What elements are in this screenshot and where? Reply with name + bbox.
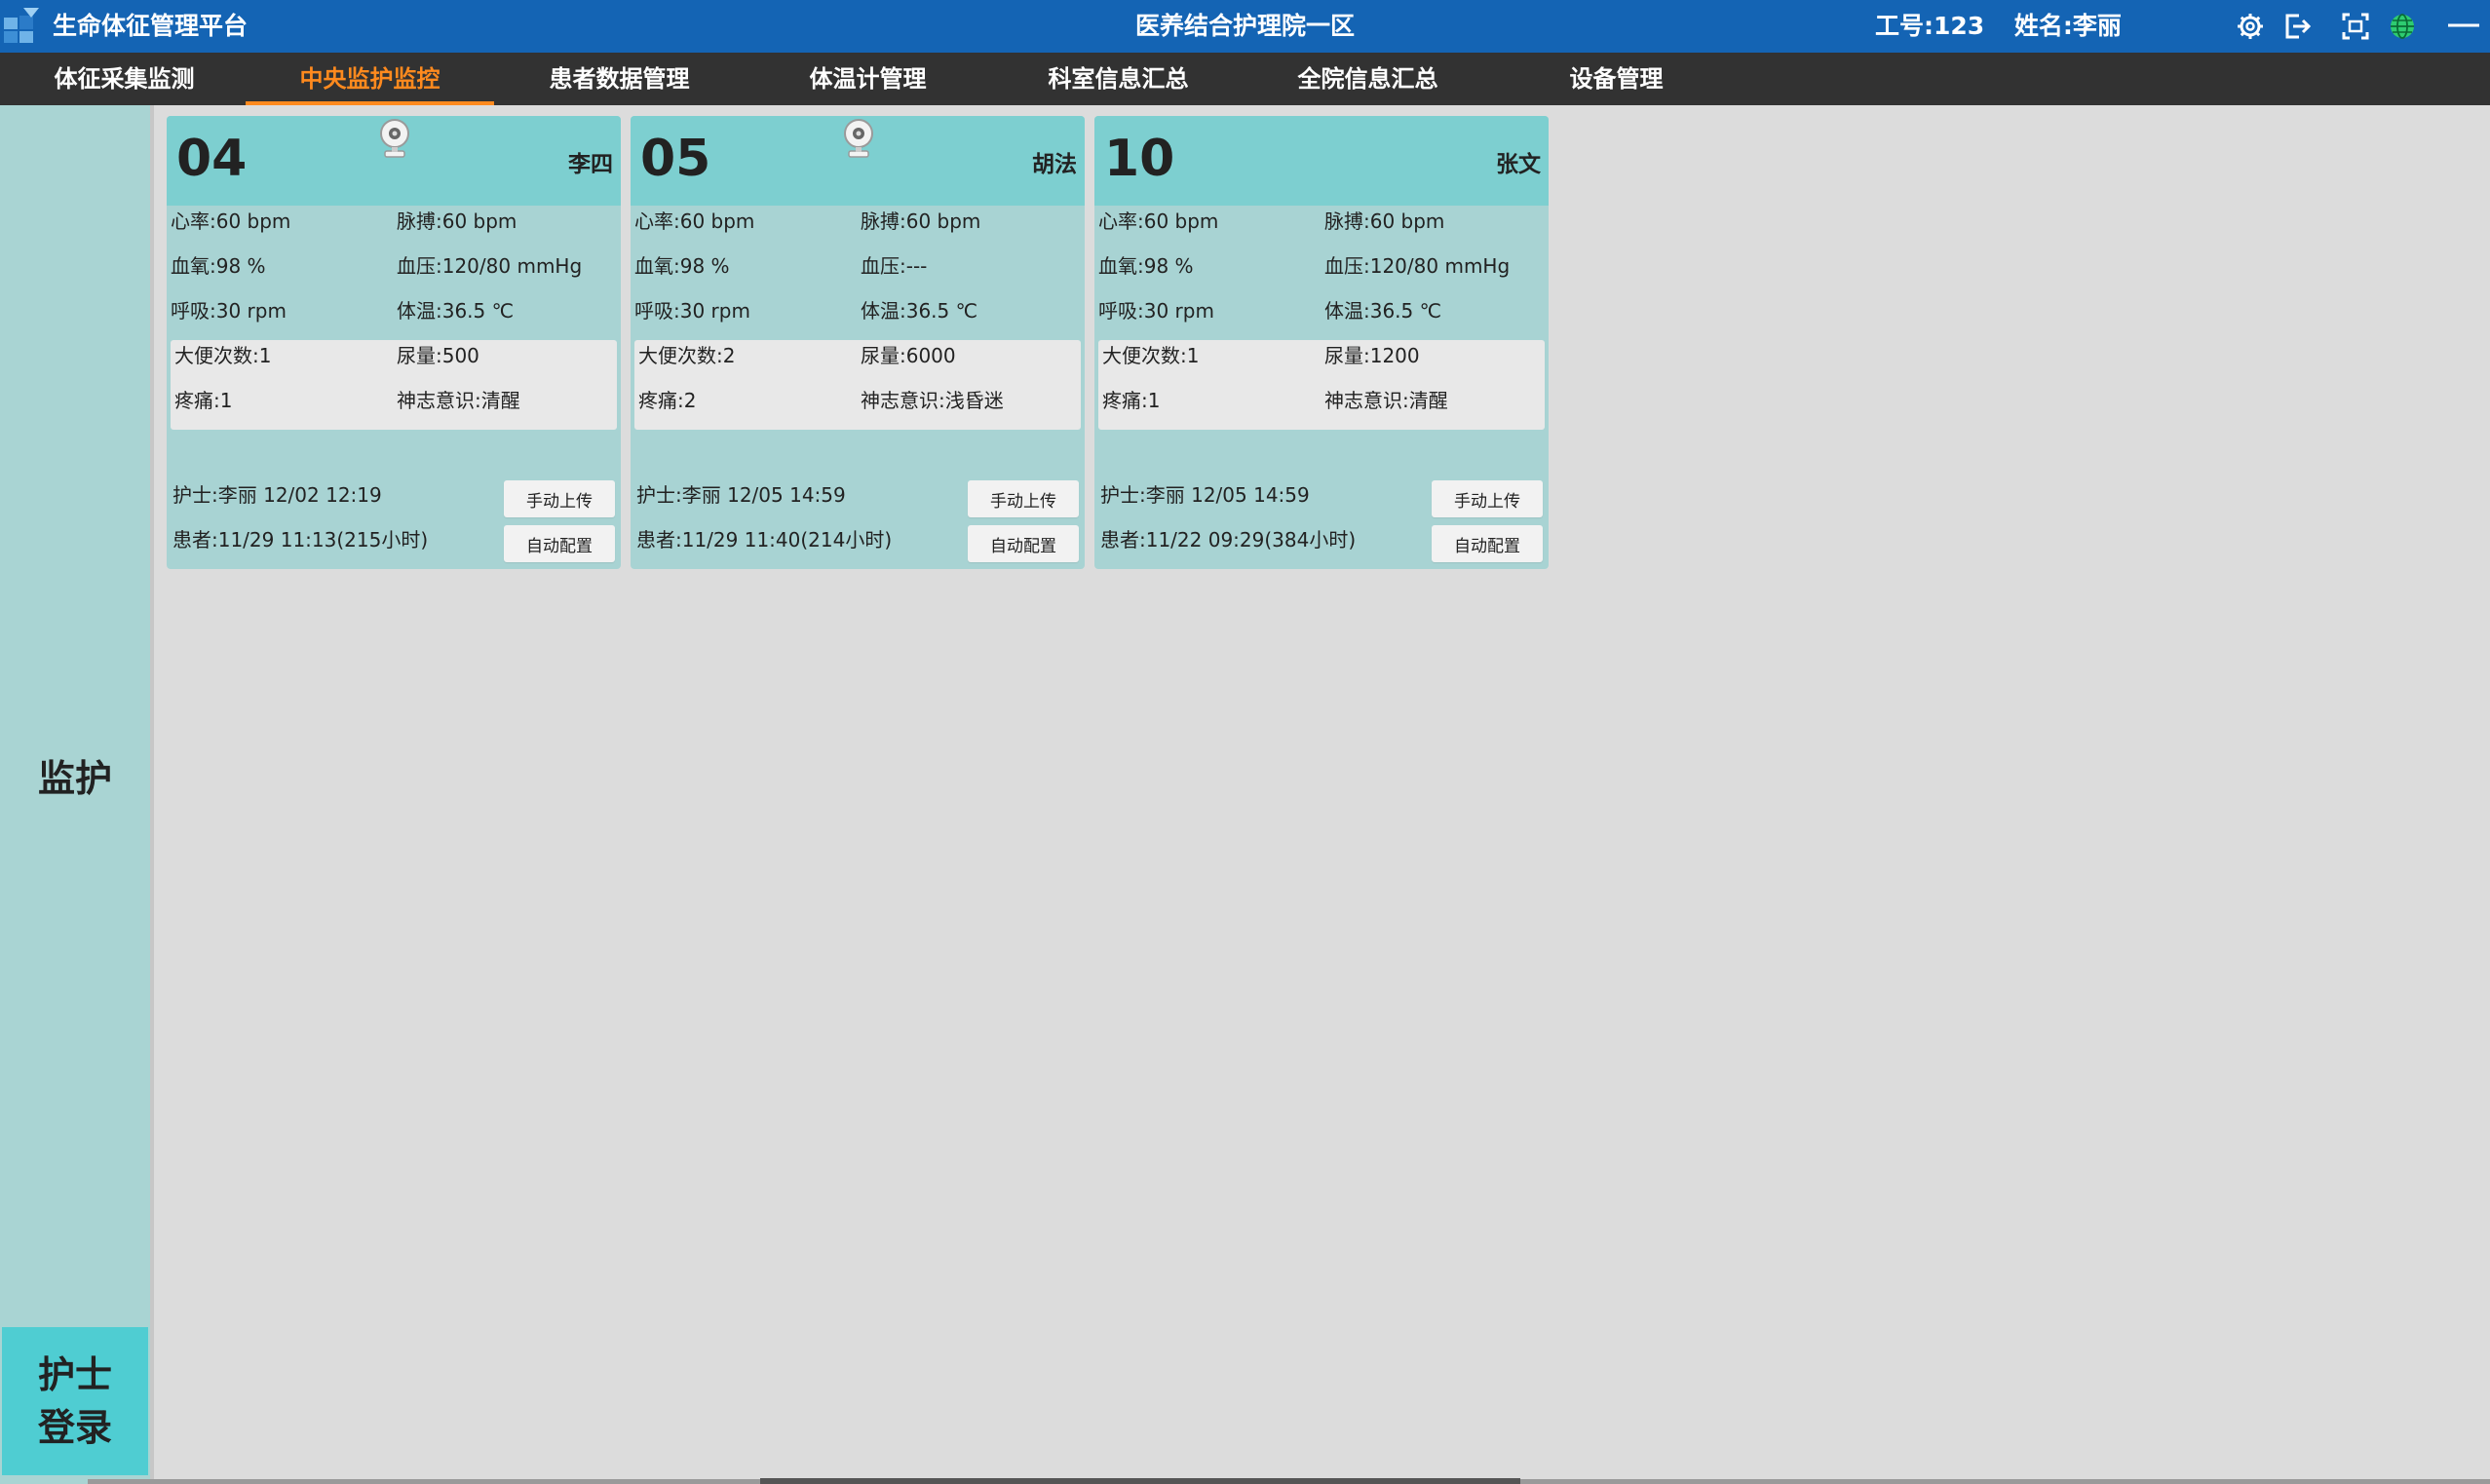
- card-header: 04 李四: [167, 116, 621, 206]
- care-record-box: 大便次数:1 尿量:1200 疼痛:1 神志意识:清醒: [1098, 340, 1545, 430]
- bed-number: 04: [176, 130, 248, 188]
- tab-department-summary[interactable]: 科室信息汇总: [994, 53, 1243, 105]
- nurse-login-button[interactable]: 护士 登录: [2, 1327, 148, 1475]
- tab-device-management[interactable]: 设备管理: [1492, 53, 1741, 105]
- auto-config-button[interactable]: 自动配置: [504, 525, 615, 562]
- nurse-record-line: 护士:李丽 12/02 12:19: [172, 483, 382, 507]
- patient-admit-line: 患者:11/22 09:29(384小时): [1100, 528, 1357, 552]
- pulse: 脉搏:60 bpm: [1324, 209, 1445, 233]
- patient-card[interactable]: 10 张文 心率:60 bpm 脉搏:60 bpm 血氧:98 % 血压:120…: [1094, 116, 1549, 569]
- spo2: 血氧:98 %: [171, 254, 266, 278]
- care-record-box: 大便次数:1 尿量:500 疼痛:1 神志意识:清醒: [171, 340, 617, 430]
- heart-rate: 心率:60 bpm: [171, 209, 291, 233]
- tab-patient-data[interactable]: 患者数据管理: [495, 53, 744, 105]
- stool-count: 大便次数:1: [174, 344, 272, 367]
- urine-volume: 尿量:1200: [1324, 344, 1420, 367]
- consciousness: 神志意识:清醒: [397, 389, 520, 412]
- consciousness: 神志意识:清醒: [1324, 389, 1448, 412]
- patient-name: 李四: [568, 152, 613, 177]
- staff-name: 姓名:李丽: [2013, 12, 2122, 40]
- patient-name: 张文: [1496, 152, 1541, 177]
- app-logo-icon: [4, 8, 39, 43]
- globe-icon[interactable]: [2386, 10, 2419, 43]
- staff-id: 工号:123: [1875, 12, 1985, 40]
- auto-config-button[interactable]: 自动配置: [1432, 525, 1543, 562]
- stool-count: 大便次数:2: [638, 344, 736, 367]
- bed-number: 05: [640, 130, 711, 188]
- screenshot-icon[interactable]: [2339, 10, 2372, 43]
- consciousness: 神志意识:浅昏迷: [861, 389, 1004, 412]
- care-record-box: 大便次数:2 尿量:6000 疼痛:2 神志意识:浅昏迷: [634, 340, 1081, 430]
- manual-upload-button[interactable]: 手动上传: [504, 480, 615, 517]
- bed-number: 10: [1104, 130, 1175, 188]
- gear-icon[interactable]: [2234, 10, 2267, 43]
- bottom-scroll-thumb[interactable]: [760, 1478, 1520, 1484]
- pain-score: 疼痛:2: [638, 389, 697, 412]
- title-bar: 生命体征管理平台 医养结合护理院一区 工号:123 姓名:李丽: [0, 0, 2490, 53]
- temperature: 体温:36.5 ℃: [397, 299, 515, 323]
- tab-vital-collection[interactable]: 体征采集监测: [0, 53, 249, 105]
- heart-rate: 心率:60 bpm: [634, 209, 755, 233]
- auto-config-button[interactable]: 自动配置: [968, 525, 1079, 562]
- pain-score: 疼痛:1: [174, 389, 233, 412]
- pulse: 脉搏:60 bpm: [861, 209, 981, 233]
- nurse-login-label-2: 登录: [37, 1406, 112, 1449]
- minimize-icon[interactable]: [2444, 10, 2483, 43]
- urine-volume: 尿量:6000: [861, 344, 956, 367]
- patient-name: 胡法: [1032, 152, 1077, 177]
- card-header: 05 胡法: [631, 116, 1085, 206]
- camera-icon[interactable]: [377, 118, 412, 163]
- manual-upload-button[interactable]: 手动上传: [968, 480, 1079, 517]
- blood-pressure: 血压:120/80 mmHg: [397, 254, 583, 278]
- patient-admit-line: 患者:11/29 11:13(215小时): [172, 528, 429, 552]
- user-info: 工号:123 姓名:李丽: [1875, 0, 2143, 53]
- tab-thermometer[interactable]: 体温计管理: [744, 53, 992, 105]
- spo2: 血氧:98 %: [1098, 254, 1194, 278]
- temperature: 体温:36.5 ℃: [861, 299, 978, 323]
- sidebar: 监护 护士 登录: [0, 105, 154, 1484]
- tab-hospital-summary[interactable]: 全院信息汇总: [1244, 53, 1492, 105]
- heart-rate: 心率:60 bpm: [1098, 209, 1219, 233]
- spo2: 血氧:98 %: [634, 254, 730, 278]
- patient-card[interactable]: 04 李四 心率:60 bpm 脉搏:60 bpm 血氧:98 % 血压:120…: [167, 116, 621, 569]
- urine-volume: 尿量:500: [397, 344, 479, 367]
- stool-count: 大便次数:1: [1102, 344, 1200, 367]
- respiration: 呼吸:30 rpm: [634, 299, 750, 323]
- tab-central-monitoring[interactable]: 中央监护监控: [246, 53, 494, 105]
- main-nav: 体征采集监测 中央监护监控 患者数据管理 体温计管理 科室信息汇总 全院信息汇总…: [0, 53, 2490, 105]
- pulse: 脉搏:60 bpm: [397, 209, 517, 233]
- patient-admit-line: 患者:11/29 11:40(214小时): [636, 528, 893, 552]
- respiration: 呼吸:30 rpm: [1098, 299, 1214, 323]
- nurse-record-line: 护士:李丽 12/05 14:59: [636, 483, 846, 507]
- pain-score: 疼痛:1: [1102, 389, 1161, 412]
- nurse-login-label-1: 护士: [37, 1353, 112, 1396]
- respiration: 呼吸:30 rpm: [171, 299, 287, 323]
- app-title: 生命体征管理平台: [53, 12, 249, 40]
- logout-icon[interactable]: [2280, 10, 2314, 43]
- card-header: 10 张文: [1094, 116, 1549, 206]
- blood-pressure: 血压:120/80 mmHg: [1324, 254, 1511, 278]
- manual-upload-button[interactable]: 手动上传: [1432, 480, 1543, 517]
- blood-pressure: 血压:---: [861, 254, 928, 278]
- camera-icon[interactable]: [841, 118, 876, 163]
- nurse-record-line: 护士:李丽 12/05 14:59: [1100, 483, 1310, 507]
- sidebar-monitor-label[interactable]: 监护: [0, 748, 150, 802]
- patient-card[interactable]: 05 胡法 心率:60 bpm 脉搏:60 bpm 血氧:98 % 血压:---…: [631, 116, 1085, 569]
- temperature: 体温:36.5 ℃: [1324, 299, 1442, 323]
